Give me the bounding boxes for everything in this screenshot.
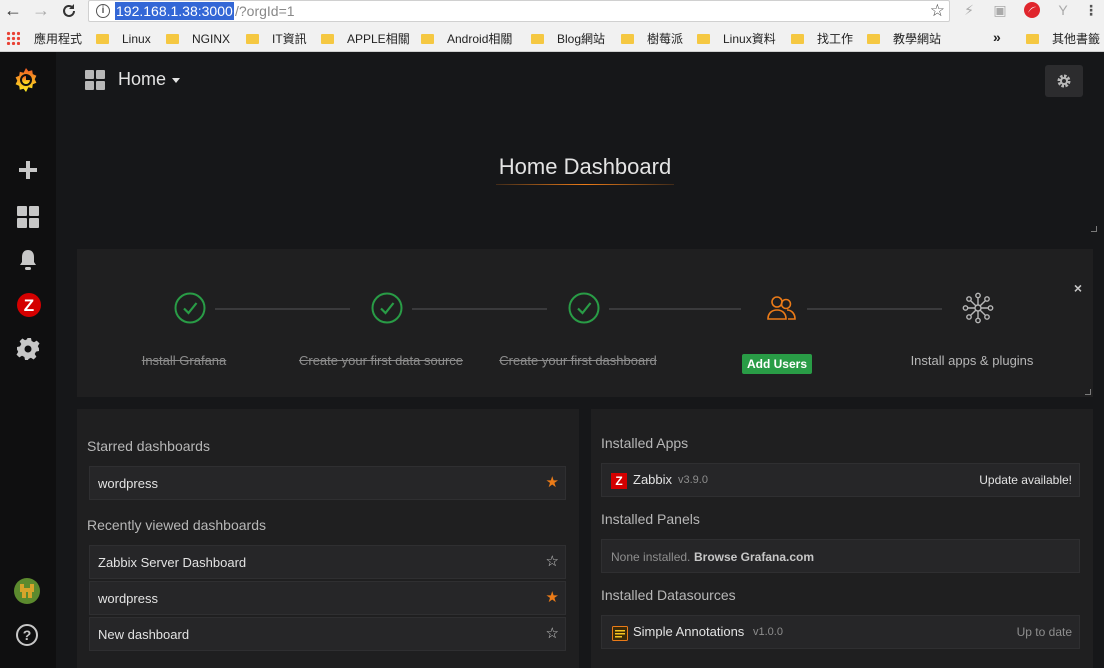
info-icon[interactable]: i <box>96 4 110 18</box>
folder-icon <box>96 34 109 44</box>
bookmarks-bar: 應用程式 Linux NGINX IT資訊 APPLE相關 Android相關 … <box>0 26 1104 52</box>
reload-icon[interactable] <box>58 0 80 22</box>
bookmark-linux[interactable]: Linux <box>96 31 151 47</box>
folder-icon <box>1026 34 1039 44</box>
dashboards-icon[interactable] <box>16 205 40 229</box>
home-dashboard-panel: Home Dashboard <box>77 110 1097 238</box>
installed-apps-heading: Installed Apps <box>601 435 689 451</box>
title-underline <box>496 184 674 185</box>
alert-bell-icon[interactable] <box>16 248 40 272</box>
recent-dashboards-heading: Recently viewed dashboards <box>87 517 266 533</box>
browse-grafana-link[interactable]: Browse Grafana.com <box>694 550 814 564</box>
close-icon[interactable]: × <box>1074 280 1082 296</box>
sidebar: Z ? <box>0 52 56 668</box>
caret-down-icon <box>172 77 181 83</box>
bookmark-android[interactable]: Android相關 <box>421 31 512 47</box>
installed-datasources-heading: Installed Datasources <box>601 587 736 603</box>
step-create-dashboard[interactable]: Create your first dashboard <box>478 249 678 397</box>
top-navbar: Home <box>56 52 1104 110</box>
settings-cog-icon <box>1057 74 1071 88</box>
star-outline-icon[interactable]: ☆ <box>546 553 559 571</box>
plugins-icon <box>962 292 994 324</box>
config-gear-icon[interactable] <box>16 337 40 361</box>
grafana-logo-icon[interactable] <box>12 66 40 94</box>
check-circle-icon <box>174 292 206 324</box>
bookmark-jobs[interactable]: 找工作 <box>791 31 853 47</box>
plugin-row-simple-annotations[interactable]: Simple Annotations v1.0.0 Up to date <box>601 615 1080 649</box>
folder-icon <box>421 34 434 44</box>
extension-antenna-icon[interactable]: Y <box>1054 1 1072 19</box>
step-install-plugins[interactable]: Install apps & plugins <box>872 249 1072 397</box>
page-title: Home Dashboard <box>498 154 672 179</box>
apps-grid-icon[interactable] <box>6 31 20 45</box>
starred-dashboards-heading: Starred dashboards <box>87 438 210 454</box>
check-circle-icon <box>568 292 600 324</box>
user-avatar-icon[interactable] <box>14 578 40 604</box>
resize-handle-icon[interactable] <box>1091 226 1097 232</box>
bookmark-star-icon[interactable]: ☆ <box>930 1 945 21</box>
dashboard-picker[interactable]: Home <box>118 69 181 90</box>
dashboard-settings-button[interactable] <box>1045 65 1083 97</box>
back-icon[interactable]: ← <box>2 0 24 22</box>
add-users-button[interactable]: Add Users <box>742 354 812 374</box>
dashboard-grid-icon <box>85 70 105 90</box>
folder-icon <box>246 34 259 44</box>
browser-toolbar: ← → i 192.168.1.38:3000 /?orgId=1 ☆ ⚡ ▣ … <box>0 0 1104 26</box>
main-content: Home Home Dashboard Install Grafana Crea… <box>56 52 1104 668</box>
plus-icon[interactable] <box>16 158 40 182</box>
installed-panels-heading: Installed Panels <box>601 511 700 527</box>
address-bar[interactable]: i 192.168.1.38:3000 /?orgId=1 ☆ <box>88 0 950 22</box>
bookmark-blog[interactable]: Blog網站 <box>531 31 605 47</box>
bookmark-it[interactable]: IT資訊 <box>246 31 307 47</box>
plugin-row-zabbix[interactable]: Z Zabbix v3.9.0 Update available! <box>601 463 1080 497</box>
annotations-icon <box>612 626 628 641</box>
folder-icon <box>531 34 544 44</box>
list-item[interactable]: Zabbix Server Dashboard ☆ <box>89 545 566 579</box>
extension-acrobat-icon[interactable] <box>1023 1 1041 19</box>
step-install-grafana: Install Grafana <box>84 249 284 397</box>
browser-menu-icon[interactable]: ⋮ <box>1082 1 1100 19</box>
resize-handle-icon[interactable] <box>1085 389 1091 395</box>
panels-empty-row: None installed. Browse Grafana.com <box>601 539 1080 573</box>
zabbix-icon[interactable]: Z <box>16 292 41 317</box>
plugin-list-panel: Installed Apps Z Zabbix v3.9.0 Update av… <box>591 409 1093 668</box>
list-item[interactable]: wordpress ★ <box>89 466 566 500</box>
users-icon <box>767 296 796 320</box>
getting-started-panel: Install Grafana Create your first data s… <box>77 249 1093 397</box>
bookmark-other[interactable]: 其他書籤 <box>1026 31 1100 47</box>
folder-icon <box>321 34 334 44</box>
update-available-link[interactable]: Update available! <box>979 473 1072 487</box>
extension-bolt-icon[interactable]: ⚡ <box>960 1 978 19</box>
folder-icon <box>621 34 634 44</box>
bookmark-apps[interactable]: 應用程式 <box>34 31 82 47</box>
bookmarks-overflow[interactable]: » <box>993 29 1001 45</box>
zabbix-logo-icon: Z <box>611 473 627 489</box>
step-add-users <box>675 249 875 397</box>
star-filled-icon[interactable]: ★ <box>546 474 559 492</box>
star-outline-icon[interactable]: ☆ <box>546 625 559 643</box>
dashboard-list-panel: Starred dashboards wordpress ★ Recently … <box>77 409 579 668</box>
star-filled-icon[interactable]: ★ <box>546 589 559 607</box>
help-icon[interactable]: ? <box>16 624 40 648</box>
check-circle-icon <box>371 292 403 324</box>
extension-cast-icon[interactable]: ▣ <box>991 1 1009 19</box>
list-item[interactable]: wordpress ★ <box>89 581 566 615</box>
folder-icon <box>867 34 880 44</box>
bookmark-nginx[interactable]: NGINX <box>166 31 230 47</box>
svg-text:Z: Z <box>24 296 34 315</box>
folder-icon <box>697 34 710 44</box>
folder-icon <box>166 34 179 44</box>
bookmark-apple[interactable]: APPLE相關 <box>321 31 410 47</box>
list-item[interactable]: New dashboard ☆ <box>89 617 566 651</box>
url-host: 192.168.1.38:3000 <box>115 2 234 20</box>
url-path: /?orgId=1 <box>235 3 295 19</box>
forward-icon[interactable]: → <box>30 0 52 22</box>
bookmark-raspberry[interactable]: 樹莓派 <box>621 31 683 47</box>
bookmark-teaching[interactable]: 教學網站 <box>867 31 941 47</box>
step-create-datasource[interactable]: Create your first data source <box>281 249 481 397</box>
folder-icon <box>791 34 804 44</box>
bookmark-linux-data[interactable]: Linux資料 <box>697 31 776 47</box>
